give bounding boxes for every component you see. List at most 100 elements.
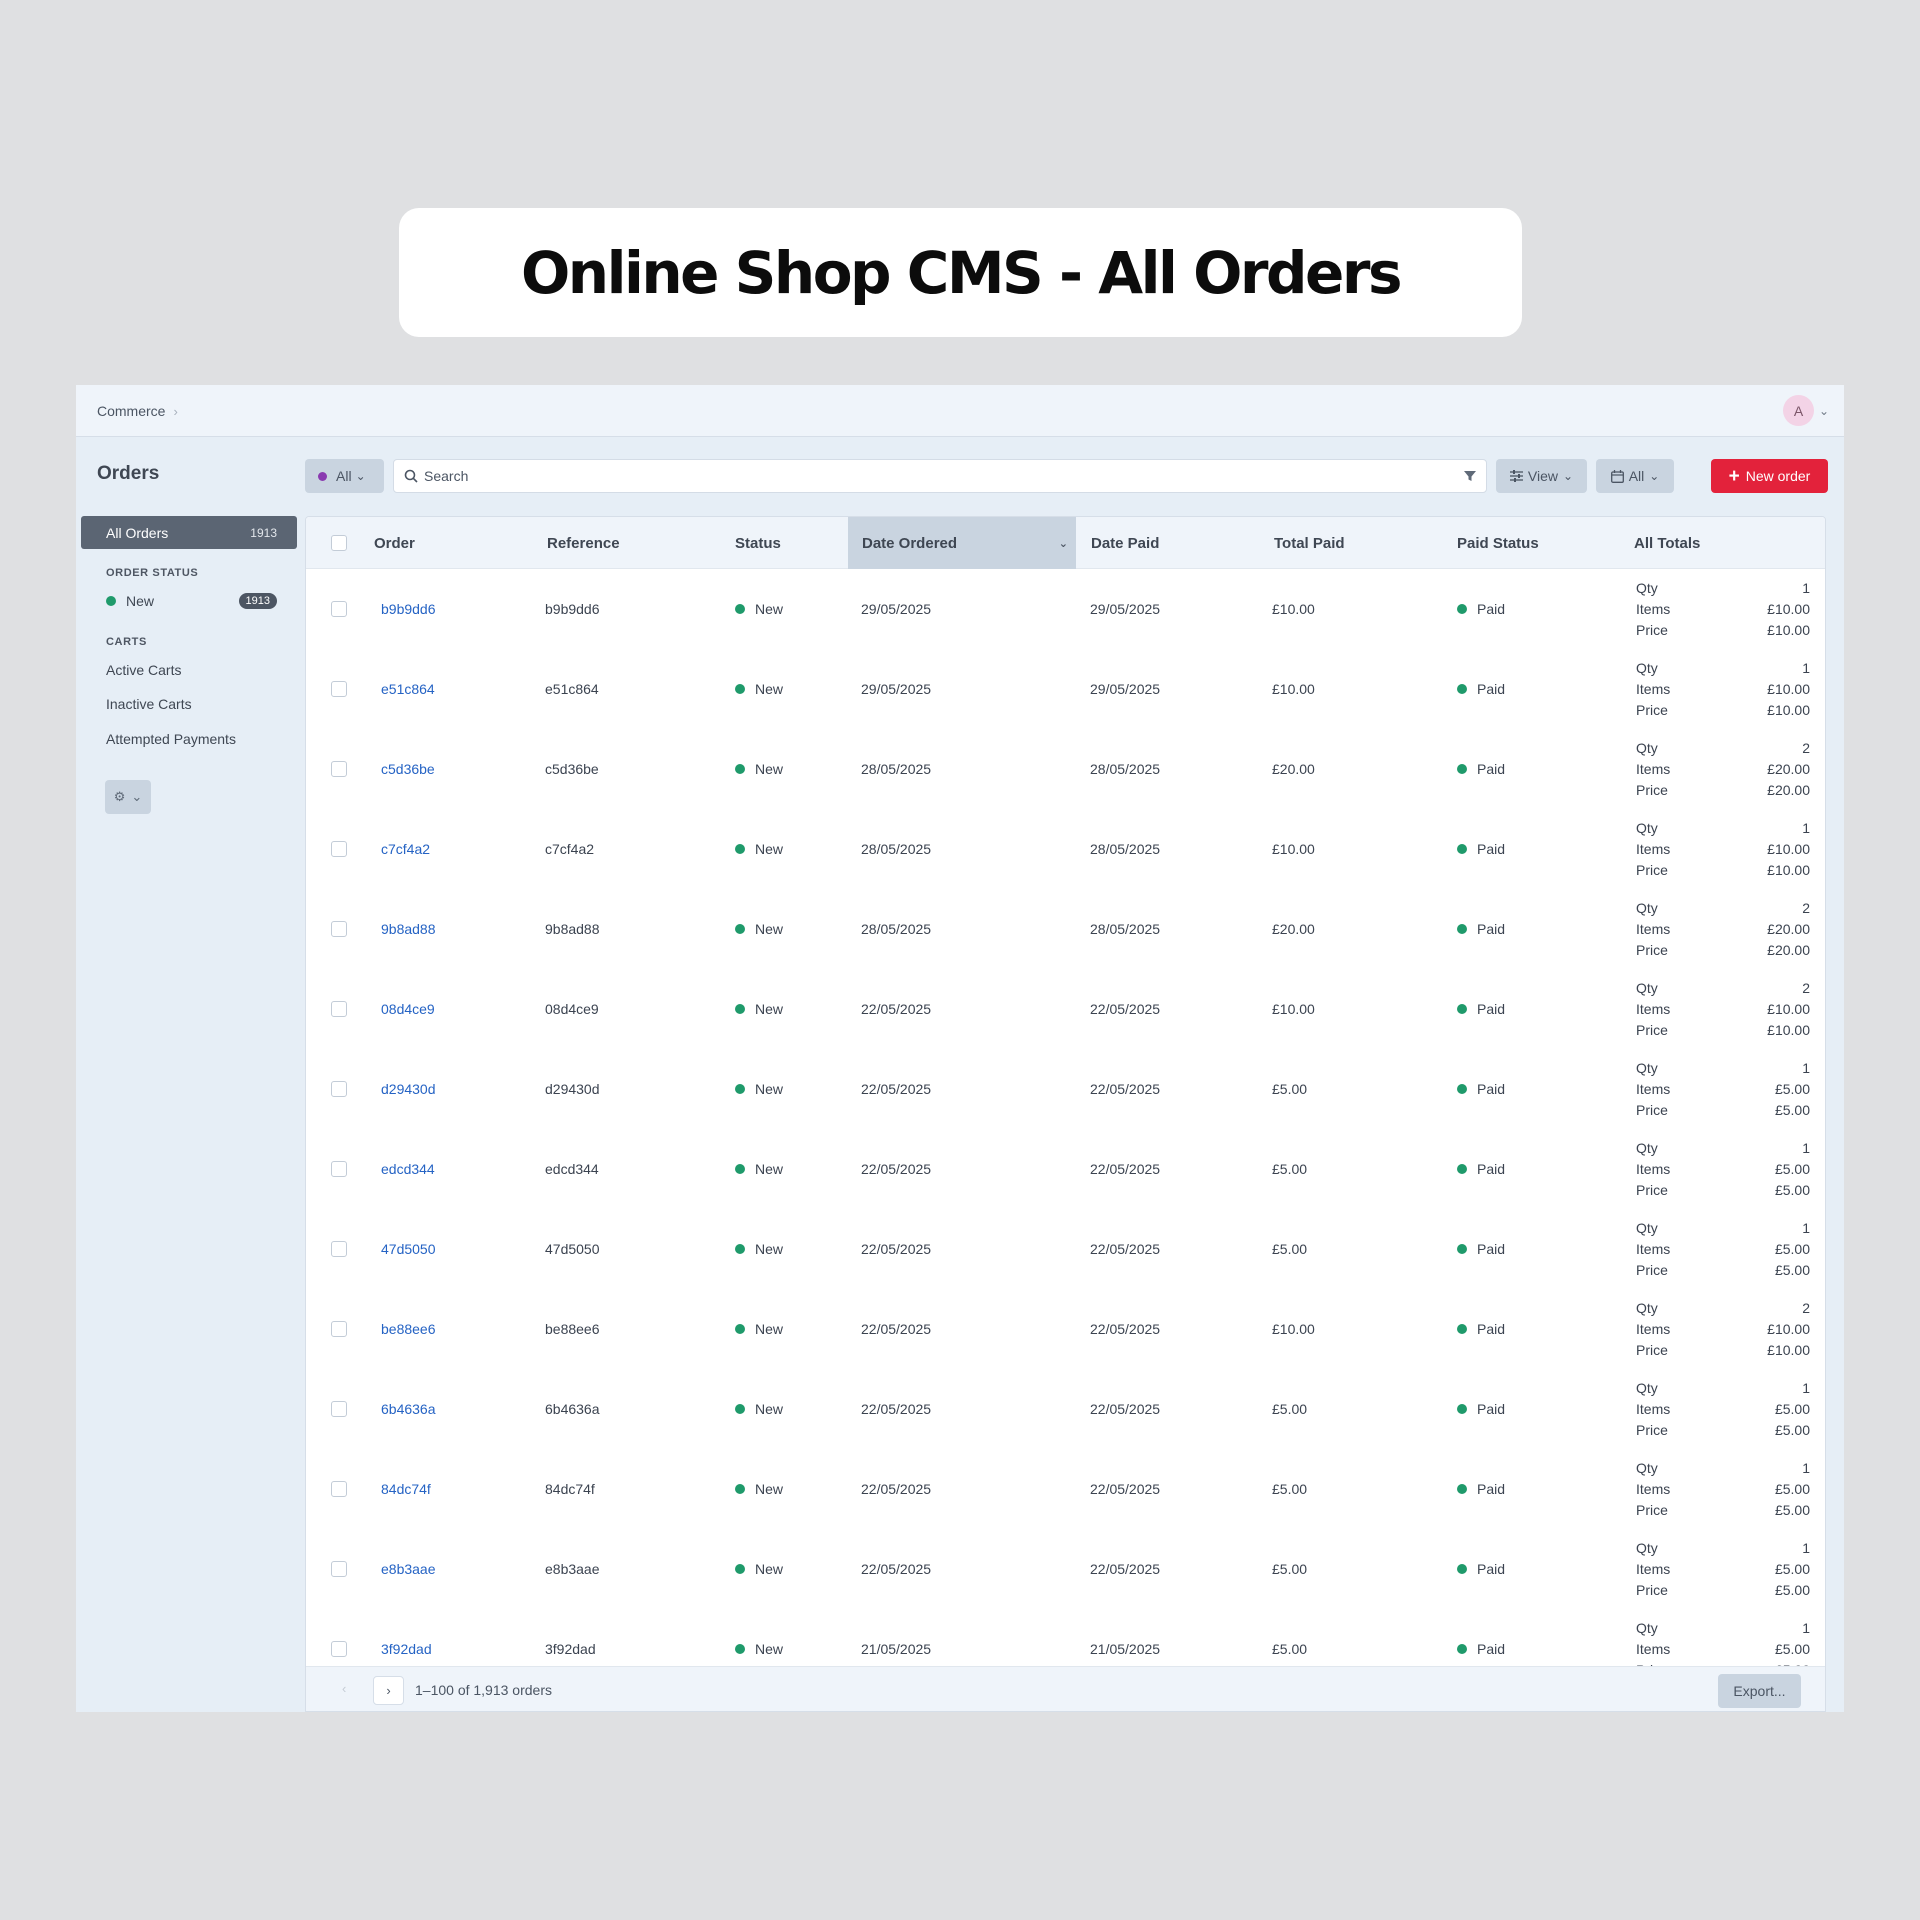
search-input[interactable] (424, 468, 1464, 484)
order-cell: 84dc74f (381, 1449, 431, 1529)
column-header-date-paid[interactable]: Date Paid (1091, 517, 1159, 569)
row-checkbox[interactable] (331, 1081, 347, 1097)
totals-qty-line: Qty 1 (1636, 660, 1810, 677)
order-link[interactable]: 9b8ad88 (381, 921, 436, 937)
sidebar-item-all-orders[interactable]: All Orders 1913 (81, 516, 297, 549)
row-checkbox[interactable] (331, 1241, 347, 1257)
row-checkbox[interactable] (331, 841, 347, 857)
settings-button[interactable]: ⚙ ⌄ (105, 780, 151, 814)
table-row[interactable]: edcd344 edcd344 New 22/05/2025 22/05/2025 £5.… (306, 1129, 1825, 1209)
row-checkbox[interactable] (331, 1641, 347, 1657)
order-link[interactable]: b9b9dd6 (381, 601, 436, 617)
row-checkbox[interactable] (331, 601, 347, 617)
order-link[interactable]: e8b3aae (381, 1561, 436, 1577)
order-link[interactable]: d29430d (381, 1081, 436, 1097)
order-link[interactable]: be88ee6 (381, 1321, 436, 1337)
order-link[interactable]: 08d4ce9 (381, 1001, 435, 1017)
row-checkbox[interactable] (331, 1401, 347, 1417)
sidebar-item-inactive-carts[interactable]: Inactive Carts (106, 696, 192, 712)
table-row[interactable]: 84dc74f 84dc74f New 22/05/2025 22/05/2025 £5.… (306, 1449, 1825, 1529)
totals-qty-line: Qty 2 (1636, 980, 1810, 997)
status-filter-dropdown[interactable]: All ⌄ (305, 459, 384, 493)
order-cell: 08d4ce9 (381, 969, 435, 1049)
totals-items-value: £5.00 (1774, 1480, 1810, 1497)
paid-status-dot (1457, 604, 1467, 614)
order-link[interactable]: 3f92dad (381, 1641, 432, 1657)
order-link[interactable]: 6b4636a (381, 1401, 436, 1417)
all-totals-cell: Qty 2 Items £20.00 Price £20.00 (1636, 889, 1810, 969)
row-select-cell (331, 1209, 347, 1289)
row-checkbox[interactable] (331, 1161, 347, 1177)
column-header-status[interactable]: Status (735, 517, 781, 569)
order-link[interactable]: c7cf4a2 (381, 841, 430, 857)
row-select-cell (331, 569, 347, 649)
totals-items-line: Items £5.00 (1636, 1401, 1810, 1418)
totals-label: Price (1636, 1421, 1668, 1438)
column-header-order[interactable]: Order (374, 517, 415, 569)
chevron-left-icon[interactable]: ‹ (342, 1681, 346, 1696)
row-checkbox[interactable] (331, 1001, 347, 1017)
next-page-button[interactable]: › (373, 1676, 404, 1705)
breadcrumb-commerce[interactable]: Commerce (97, 403, 165, 419)
order-cell: d29430d (381, 1049, 436, 1129)
row-select-cell (331, 1369, 347, 1449)
sidebar-item-active-carts[interactable]: Active Carts (106, 662, 181, 678)
filter-icon[interactable] (1464, 470, 1476, 482)
export-button[interactable]: Export... (1718, 1674, 1801, 1708)
totals-label: Price (1636, 1261, 1668, 1278)
column-header-all-totals[interactable]: All Totals (1634, 517, 1700, 569)
row-checkbox[interactable] (331, 1481, 347, 1497)
status-label: New (755, 1001, 784, 1017)
table-row[interactable]: 6b4636a 6b4636a New 22/05/2025 22/05/2025 £5.… (306, 1369, 1825, 1449)
totals-price-value: £10.00 (1767, 861, 1810, 878)
order-link[interactable]: e51c864 (381, 681, 435, 697)
totals-items-value: £10.00 (1767, 840, 1810, 857)
table-row[interactable]: e8b3aae e8b3aae New 22/05/2025 22/05/2025 £5.… (306, 1529, 1825, 1609)
avatar[interactable]: A (1783, 395, 1814, 426)
column-header-total-paid[interactable]: Total Paid (1274, 517, 1345, 569)
table-row[interactable]: e51c864 e51c864 New 29/05/2025 29/05/2025 £10… (306, 649, 1825, 729)
totals-items-line: Items £5.00 (1636, 1561, 1810, 1578)
breadcrumb: Commerce › (97, 403, 178, 419)
table-row[interactable]: 47d5050 47d5050 New 22/05/2025 22/05/2025 £5.… (306, 1209, 1825, 1289)
order-link[interactable]: 84dc74f (381, 1481, 431, 1497)
table-row[interactable]: c7cf4a2 c7cf4a2 New 28/05/2025 28/05/2025 £10… (306, 809, 1825, 889)
order-link[interactable]: c5d36be (381, 761, 435, 777)
sidebar-item-status-new[interactable]: New 1913 (106, 593, 277, 609)
totals-label: Qty (1636, 1219, 1658, 1236)
order-link[interactable]: edcd344 (381, 1161, 435, 1177)
table-row[interactable]: d29430d d29430d New 22/05/2025 22/05/2025 £5.… (306, 1049, 1825, 1129)
status-dot (735, 1004, 745, 1014)
row-checkbox[interactable] (331, 921, 347, 937)
table-row[interactable]: 08d4ce9 08d4ce9 New 22/05/2025 22/05/2025 £10… (306, 969, 1825, 1049)
new-order-button[interactable]: + New order (1711, 459, 1828, 493)
table-row[interactable]: b9b9dd6 b9b9dd6 New 29/05/2025 29/05/2025 £10… (306, 569, 1825, 649)
row-checkbox[interactable] (331, 761, 347, 777)
row-select-cell (331, 1529, 347, 1609)
totals-items-value: £5.00 (1774, 1400, 1810, 1417)
table-row[interactable]: be88ee6 be88ee6 New 22/05/2025 22/05/2025 £10… (306, 1289, 1825, 1369)
table-row[interactable]: c5d36be c5d36be New 28/05/2025 28/05/2025 £20… (306, 729, 1825, 809)
view-button[interactable]: View ⌄ (1496, 459, 1587, 493)
totals-price-line: Price £5.00 (1636, 1582, 1810, 1599)
column-header-paid-status[interactable]: Paid Status (1457, 517, 1539, 569)
date-paid-cell: 22/05/2025 (1090, 1241, 1161, 1257)
chevron-down-icon[interactable]: ⌄ (1819, 404, 1829, 418)
totals-price-line: Price £10.00 (1636, 1022, 1810, 1039)
row-checkbox[interactable] (331, 681, 347, 697)
order-link[interactable]: 47d5050 (381, 1241, 436, 1257)
row-checkbox[interactable] (331, 1561, 347, 1577)
select-all-checkbox[interactable] (331, 535, 347, 551)
date-filter-button[interactable]: All ⌄ (1596, 459, 1674, 493)
table-row[interactable]: 9b8ad88 9b8ad88 New 28/05/2025 28/05/2025 £20… (306, 889, 1825, 969)
paid-status-cell: Paid (1457, 969, 1505, 1049)
totals-label: Price (1636, 861, 1668, 878)
date-ordered-cell: 22/05/2025 (861, 1161, 932, 1177)
column-header-reference[interactable]: Reference (547, 517, 620, 569)
column-header-date-ordered[interactable]: Date Ordered ⌄ (848, 517, 1076, 569)
row-checkbox[interactable] (331, 1321, 347, 1337)
total-paid-cell: £5.00 (1272, 1401, 1308, 1417)
status-dot (735, 1644, 745, 1654)
sidebar-item-attempted-payments[interactable]: Attempted Payments (106, 731, 236, 747)
totals-qty-line: Qty 1 (1636, 1540, 1810, 1557)
